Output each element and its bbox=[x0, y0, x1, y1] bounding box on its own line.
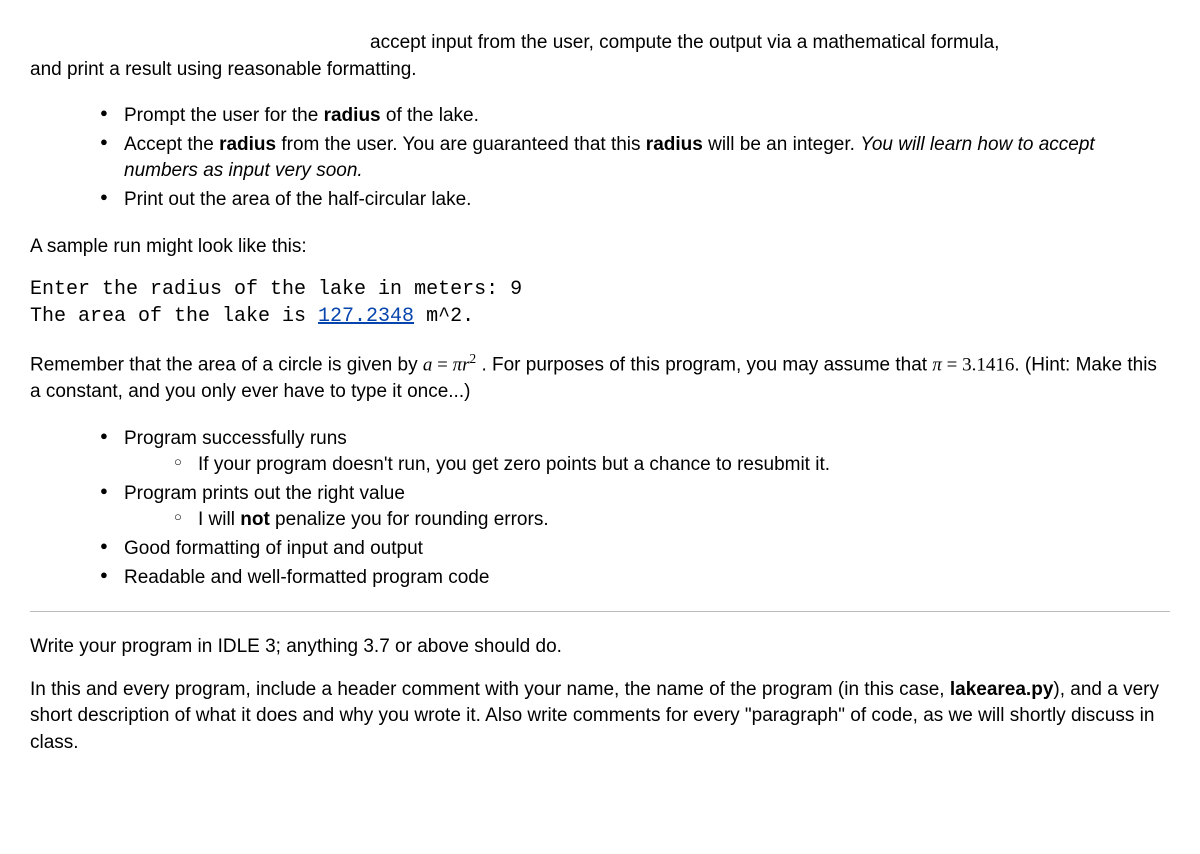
code-value-link[interactable]: 127.2348 bbox=[318, 305, 414, 328]
criteria-item-2: Program prints out the right value I wil… bbox=[100, 481, 1170, 534]
code-line-2b: m^2. bbox=[414, 305, 474, 328]
closing-p2: In this and every program, include a hea… bbox=[30, 677, 1170, 757]
code-sample: Enter the radius of the lake in meters: … bbox=[30, 276, 1170, 330]
criteria-subitem-1: If your program doesn't run, you get zer… bbox=[174, 452, 1170, 479]
criteria-subitem-2: I will not penalize you for rounding err… bbox=[174, 507, 1170, 534]
step-item-3: Print out the area of the half-circular … bbox=[100, 187, 1170, 214]
criteria-sublist-1: If your program doesn't run, you get zer… bbox=[174, 452, 1170, 479]
step-item-1: Prompt the user for the radius of the la… bbox=[100, 103, 1170, 130]
criteria-sublist-2: I will not penalize you for rounding err… bbox=[174, 507, 1170, 534]
intro-line2: and print a result using reasonable form… bbox=[30, 59, 417, 80]
steps-list: Prompt the user for the radius of the la… bbox=[100, 103, 1170, 213]
code-line-1: Enter the radius of the lake in meters: … bbox=[30, 278, 522, 301]
criteria-item-3: Good formatting of input and output bbox=[100, 536, 1170, 563]
step-item-2: Accept the radius from the user. You are… bbox=[100, 132, 1170, 185]
criteria-item-1: Program successfully runs If your progra… bbox=[100, 426, 1170, 479]
intro-paragraph: accept input from the user, compute the … bbox=[30, 30, 1170, 83]
divider bbox=[30, 611, 1170, 612]
remember-paragraph: Remember that the area of a circle is gi… bbox=[30, 350, 1170, 406]
intro-line1: accept input from the user, compute the … bbox=[30, 30, 999, 57]
closing-p1: Write your program in IDLE 3; anything 3… bbox=[30, 634, 1170, 661]
sample-intro: A sample run might look like this: bbox=[30, 234, 1170, 261]
criteria-item-4: Readable and well-formatted program code bbox=[100, 565, 1170, 592]
code-line-2a: The area of the lake is bbox=[30, 305, 318, 328]
criteria-list: Program successfully runs If your progra… bbox=[100, 426, 1170, 592]
